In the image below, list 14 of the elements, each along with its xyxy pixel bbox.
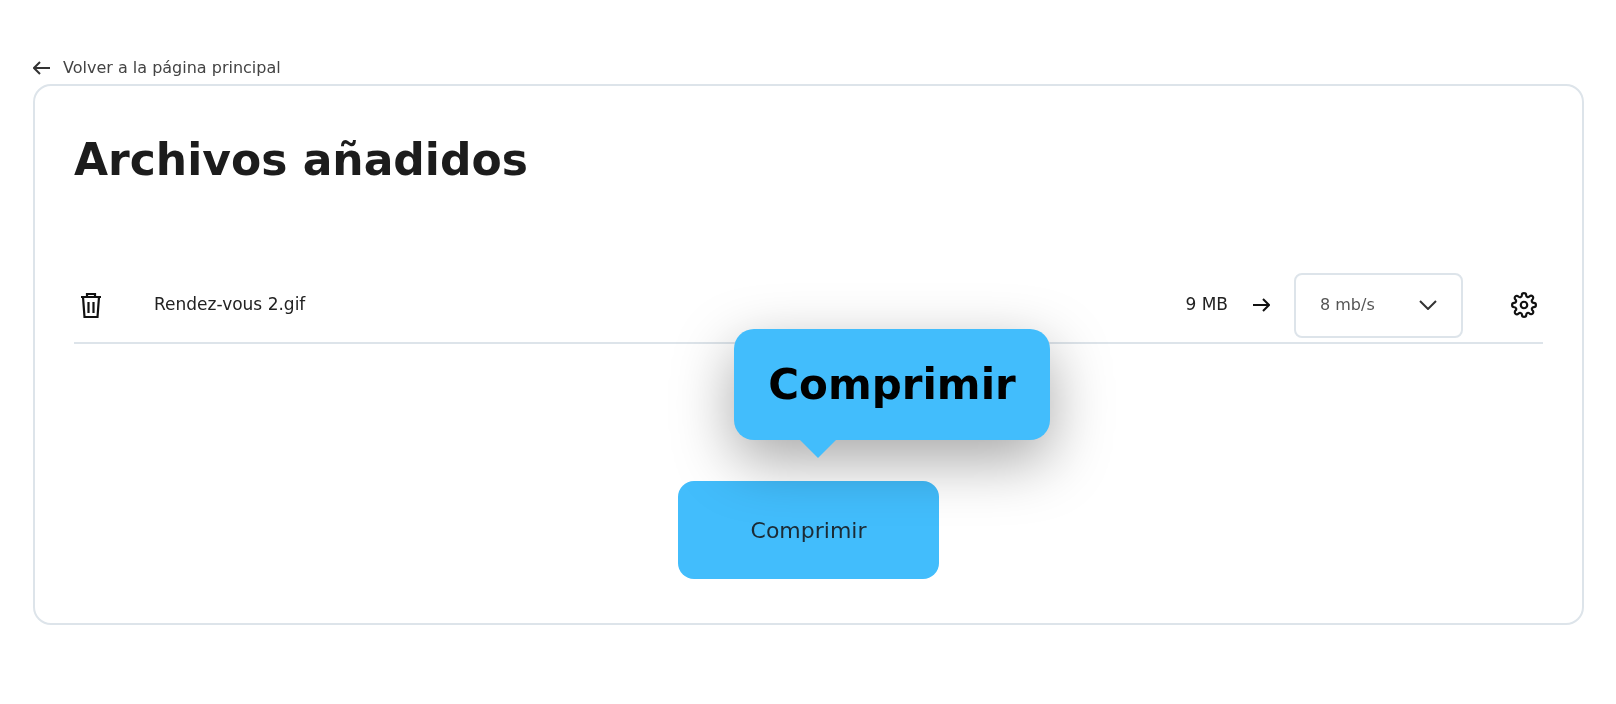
file-name: Rendez-vous 2.gif	[154, 293, 306, 317]
chevron-down-icon	[1419, 300, 1437, 310]
compress-button[interactable]: Comprimir	[678, 481, 939, 579]
tooltip-pointer	[800, 440, 836, 458]
tooltip: Comprimir	[734, 329, 1050, 440]
back-link[interactable]: Volver a la página principal	[33, 56, 281, 80]
trash-icon[interactable]	[80, 292, 102, 318]
settings-icon[interactable]	[1511, 292, 1537, 318]
speed-dropdown[interactable]: 8 mb/s	[1294, 272, 1463, 338]
right-arrow-icon	[1252, 298, 1270, 312]
file-size: 9 MB	[1185, 293, 1228, 317]
back-arrow-icon	[33, 61, 51, 75]
back-link-label: Volver a la página principal	[63, 57, 281, 79]
page-title: Archivos añadidos	[74, 138, 529, 182]
